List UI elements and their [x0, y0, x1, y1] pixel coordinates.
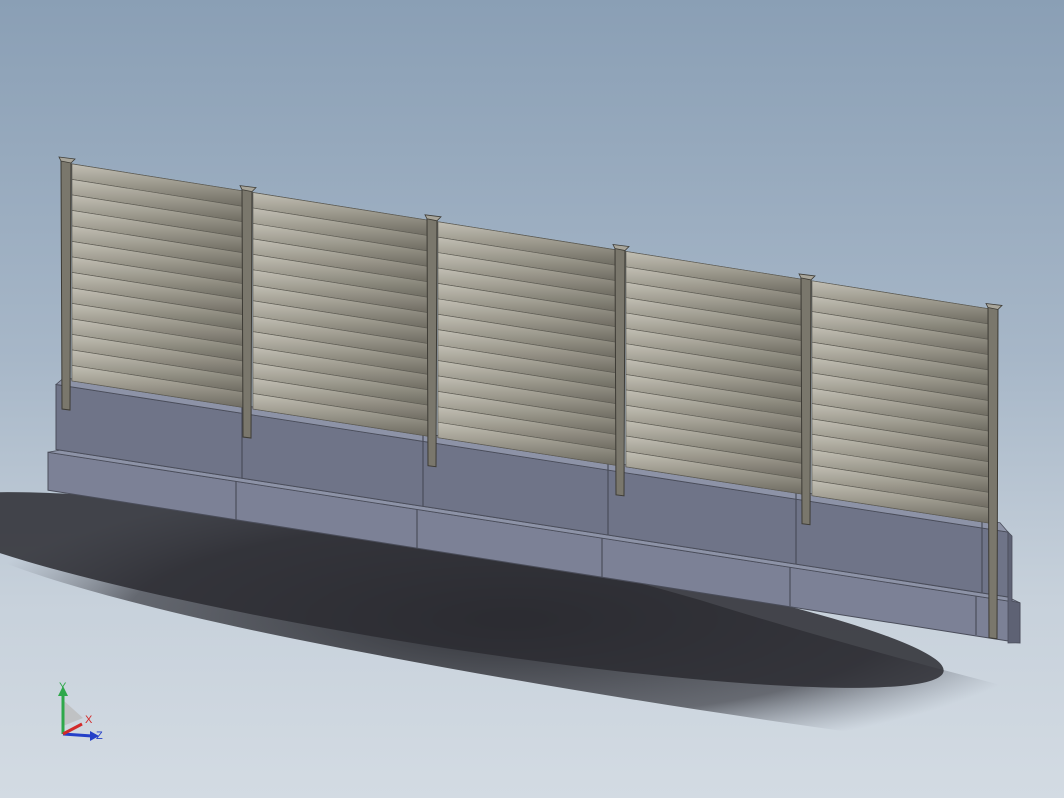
z-axis-label: Z [96, 730, 103, 742]
y-axis-label: Y [59, 681, 67, 693]
triad-plane [63, 700, 83, 726]
x-axis-label: X [85, 714, 93, 726]
fence-post [426, 216, 438, 468]
x-axis-arrow [62, 722, 83, 736]
z-axis-arrow [62, 732, 93, 738]
fence-post [800, 275, 812, 526]
barrier-end [1007, 531, 1021, 644]
fence-post [241, 187, 253, 439]
coordinate-triad: Y X Z [58, 681, 103, 742]
graphics-viewport[interactable]: Y X Z [0, 0, 1064, 798]
fence-post [614, 245, 626, 497]
fence-post [987, 304, 999, 640]
model-view[interactable] [0, 0, 1064, 798]
fence-post [60, 158, 72, 411]
